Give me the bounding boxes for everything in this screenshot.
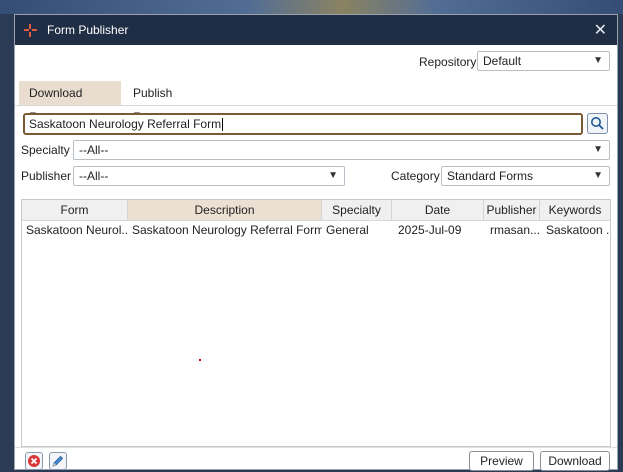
forms-table: Form Description Specialty Date Publishe… <box>21 199 611 447</box>
category-select[interactable]: Standard Forms ▼ <box>441 166 610 186</box>
column-header-specialty[interactable]: Specialty <box>322 200 392 220</box>
text-caret <box>222 118 224 132</box>
tab-download-forms[interactable]: Download Forms <box>19 81 121 124</box>
specialty-label: Specialty <box>21 143 70 157</box>
download-button[interactable]: Download <box>540 451 610 471</box>
delete-icon <box>28 455 40 467</box>
column-header-publisher[interactable]: Publisher <box>484 200 540 220</box>
divider <box>15 105 617 106</box>
table-cell-description: Saskatoon Neurology Referral Form <box>132 223 322 237</box>
column-header-description[interactable]: Description <box>128 200 322 220</box>
column-header-form[interactable]: Form <box>22 200 128 220</box>
column-header-keywords[interactable]: Keywords <box>540 200 610 220</box>
table-cell-keywords: Saskatoon ... <box>546 223 610 237</box>
repository-label: Repository <box>419 55 477 69</box>
form-publisher-dialog: Form Publisher ✕ Repository Default ▼ Do… <box>14 14 618 471</box>
edit-button[interactable] <box>49 452 67 470</box>
chevron-down-icon: ▼ <box>328 170 338 181</box>
app-logo-icon <box>24 24 37 37</box>
table-cell-specialty: General <box>326 223 369 237</box>
specialty-select[interactable]: --All-- ▼ <box>73 140 610 160</box>
window-title: Form Publisher <box>47 23 129 37</box>
pencil-icon <box>52 455 64 467</box>
table-cell-form: Saskatoon Neurol... <box>26 223 128 237</box>
preview-button[interactable]: Preview <box>469 451 534 471</box>
search-button[interactable] <box>587 113 608 134</box>
table-cell-publisher: rmasan... <box>490 223 540 237</box>
publisher-label: Publisher <box>21 169 72 183</box>
repository-select[interactable]: Default ▼ <box>477 51 610 71</box>
table-row[interactable]: Saskatoon Neurol... Saskatoon Neurology … <box>22 221 610 239</box>
repository-value: Default <box>483 54 522 68</box>
category-label: Category <box>391 169 440 183</box>
divider <box>15 447 617 448</box>
category-value: Standard Forms <box>447 169 534 183</box>
publisher-select[interactable]: --All-- ▼ <box>73 166 345 186</box>
search-icon <box>591 117 604 130</box>
tab-publish-forms[interactable]: Publish Forms <box>123 81 219 124</box>
search-input[interactable]: Saskatoon Neurology Referral Form <box>23 113 583 135</box>
chevron-down-icon: ▼ <box>593 55 603 66</box>
red-dot-marker <box>199 359 201 361</box>
table-header: Form Description Specialty Date Publishe… <box>22 200 610 221</box>
close-icon[interactable]: ✕ <box>594 20 607 40</box>
table-cell-date: 2025-Jul-09 <box>398 223 462 237</box>
delete-button[interactable] <box>25 452 43 470</box>
publisher-value: --All-- <box>79 169 109 183</box>
specialty-value: --All-- <box>79 143 109 157</box>
chevron-down-icon: ▼ <box>593 144 603 155</box>
title-bar: Form Publisher ✕ <box>15 15 617 45</box>
search-input-value: Saskatoon Neurology Referral Form <box>29 117 222 131</box>
column-header-date[interactable]: Date <box>392 200 484 220</box>
background-strip <box>0 0 623 14</box>
chevron-down-icon: ▼ <box>593 170 603 181</box>
